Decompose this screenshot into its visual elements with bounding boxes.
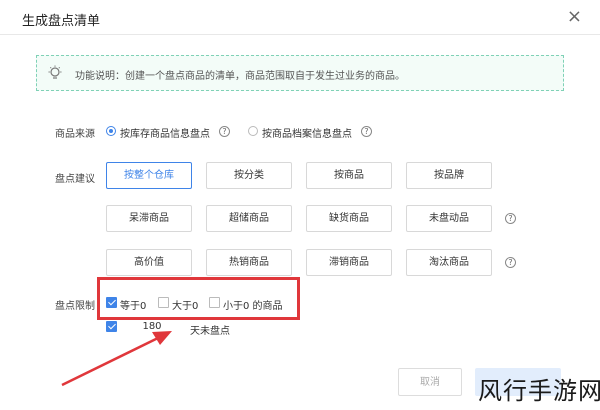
cancel-button[interactable]: 取消 (398, 368, 462, 396)
watermark-text: 风行手游网 (478, 377, 600, 405)
annotation-arrow (61, 331, 172, 387)
watermark: 风行手游网 (470, 366, 600, 406)
